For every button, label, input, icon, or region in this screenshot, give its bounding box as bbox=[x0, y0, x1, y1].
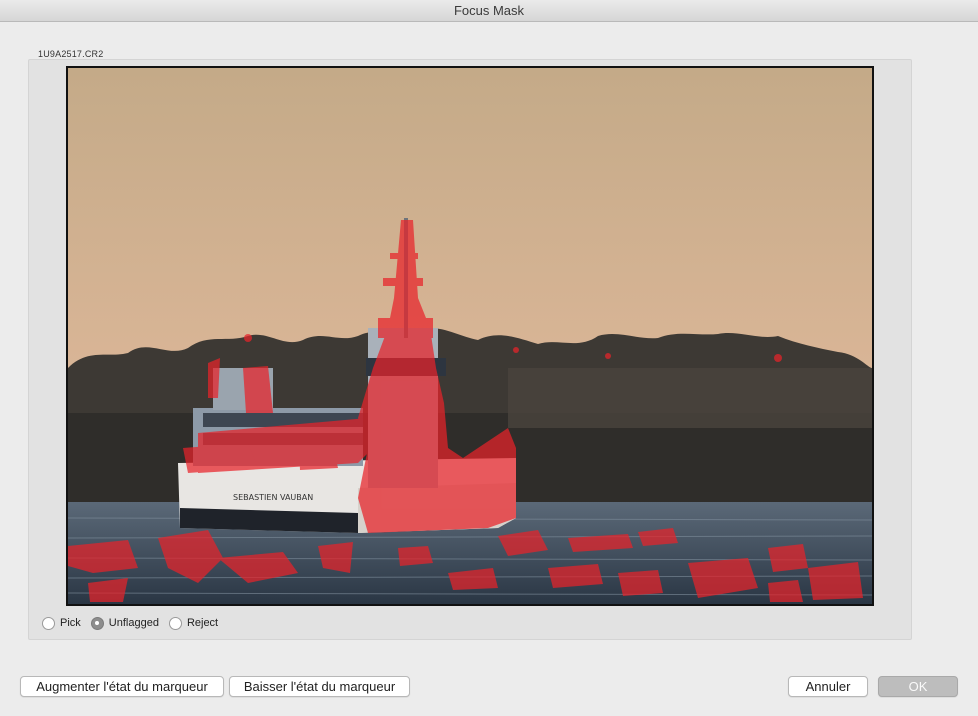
radio-unflagged-indicator[interactable] bbox=[90, 616, 104, 630]
hill-band bbox=[508, 368, 872, 428]
image-filename: 1U9A2517.CR2 bbox=[38, 49, 104, 59]
sky-area bbox=[68, 68, 872, 368]
cancel-button[interactable]: Annuler bbox=[788, 676, 868, 697]
window-titlebar[interactable]: Focus Mask bbox=[0, 0, 978, 22]
radio-unflagged[interactable]: Unflagged bbox=[90, 616, 159, 630]
radio-pick-label: Pick bbox=[60, 617, 81, 629]
focus-mask-window: Focus Mask 1U9A2517.CR2 SEBASTIEN VAUBAN… bbox=[0, 0, 978, 716]
radio-reject[interactable]: Reject bbox=[168, 616, 219, 630]
raise-flag-button[interactable]: Augmenter l'état du marqueur bbox=[20, 676, 224, 697]
radio-reject-label: Reject bbox=[186, 617, 219, 629]
radio-unflagged-label: Unflagged bbox=[108, 617, 159, 629]
ship-name: SEBASTIEN VAUBAN bbox=[233, 493, 313, 502]
photo-graphic: SEBASTIEN VAUBAN bbox=[68, 68, 872, 604]
radio-pick[interactable]: Pick bbox=[42, 616, 81, 630]
focus-mask-preview: SEBASTIEN VAUBAN bbox=[66, 66, 874, 606]
lower-flag-button[interactable]: Baisser l'état du marqueur bbox=[229, 676, 410, 697]
radio-reject-indicator[interactable] bbox=[168, 616, 182, 630]
radio-pick-indicator[interactable] bbox=[42, 616, 55, 630]
window-title: Focus Mask bbox=[453, 3, 525, 18]
ok-button[interactable]: OK bbox=[878, 676, 958, 697]
flag-radio-group: Pick Unflagged Reject bbox=[42, 615, 228, 631]
